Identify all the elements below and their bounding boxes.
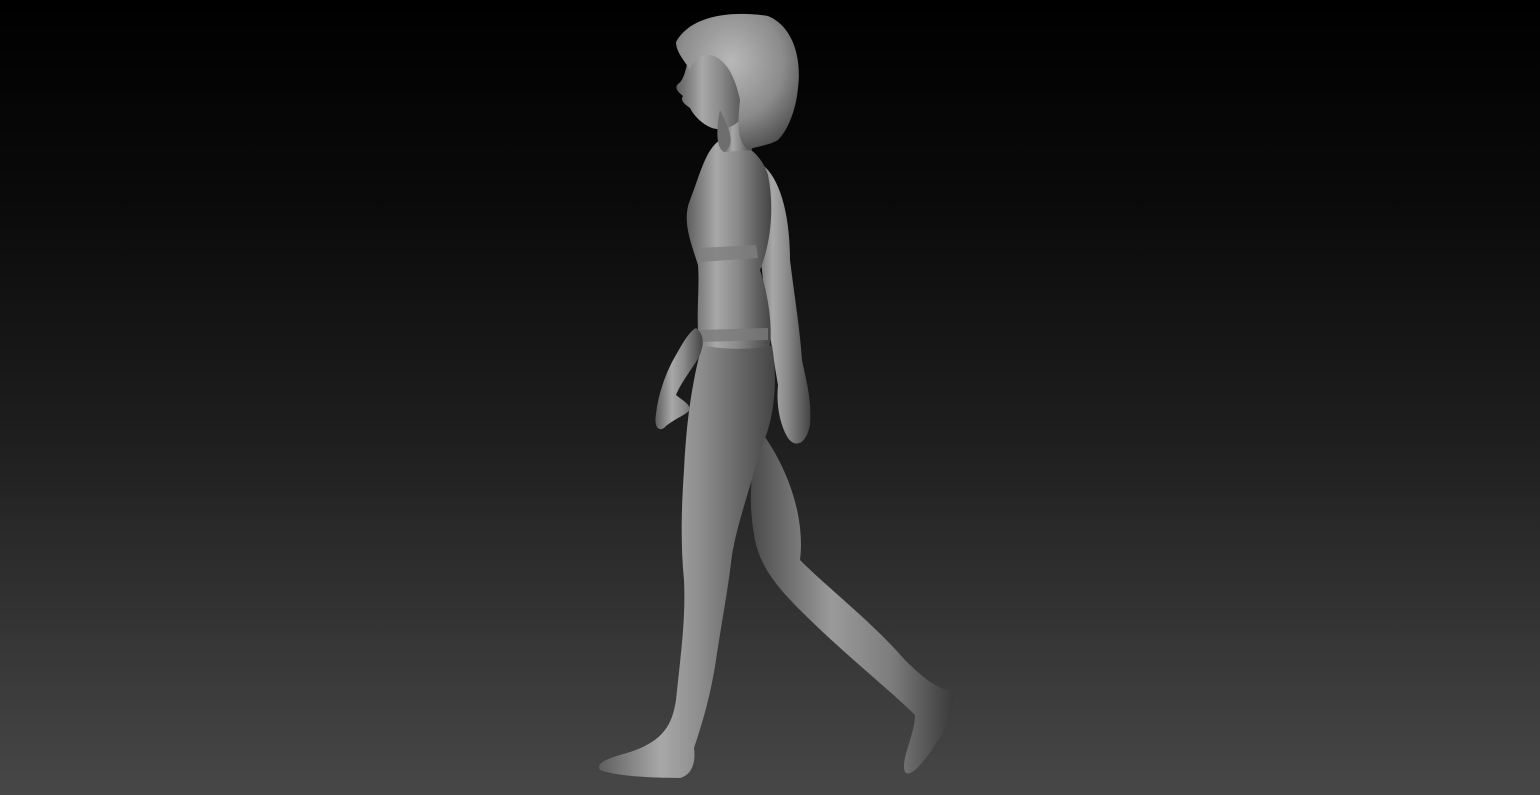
torso	[686, 140, 772, 357]
back-leg	[750, 430, 954, 774]
garment-band-bottom	[700, 328, 768, 342]
render-viewport	[0, 0, 1540, 795]
sculpt-model	[599, 13, 954, 778]
